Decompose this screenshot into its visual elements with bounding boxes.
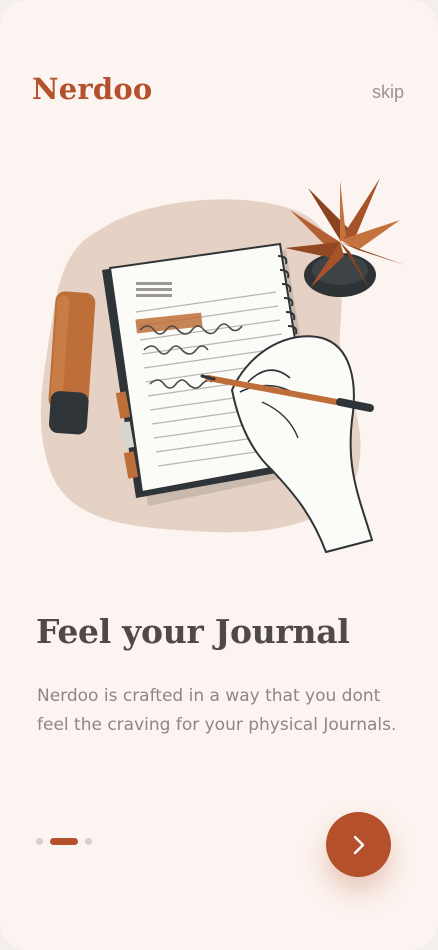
skip-button[interactable]: skip xyxy=(372,82,404,103)
page-dot-2-active xyxy=(50,837,78,845)
chevron-right-icon xyxy=(349,833,369,857)
page-dot-3 xyxy=(85,837,92,845)
onboarding-screen: Nerdoo skip Feel your Journal Nerdoo is … xyxy=(0,0,438,950)
onboarding-title: Feel your Journal xyxy=(36,612,350,651)
page-dot-1 xyxy=(36,837,43,845)
next-button[interactable] xyxy=(326,812,391,877)
onboarding-description: Nerdoo is crafted in a way that you dont… xyxy=(37,686,397,735)
journal-illustration xyxy=(40,170,410,560)
page-indicator xyxy=(36,836,92,846)
brand-logo: Nerdoo xyxy=(32,72,153,106)
